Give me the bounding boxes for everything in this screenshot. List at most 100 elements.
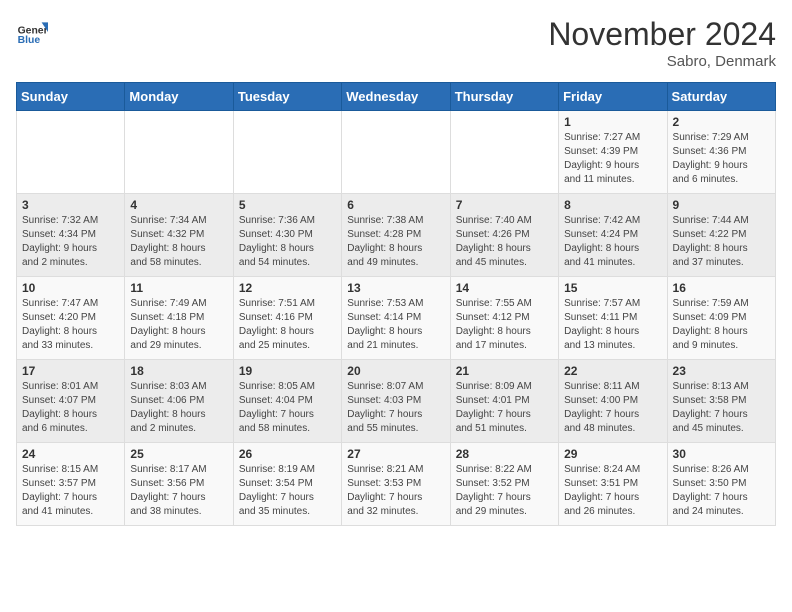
day-number: 5 xyxy=(239,198,336,212)
calendar-cell: 1 Sunrise: 7:27 AM Sunset: 4:39 PM Daylig… xyxy=(559,111,667,194)
day-info: Sunrise: 7:32 AM Sunset: 4:34 PM Dayligh… xyxy=(22,214,119,270)
day-number: 23 xyxy=(673,364,770,378)
day-number: 20 xyxy=(347,364,444,378)
day-info: Sunrise: 7:36 AM Sunset: 4:30 PM Dayligh… xyxy=(239,214,336,270)
calendar-cell: 21 Sunrise: 8:09 AM Sunset: 4:01 PM Dayli… xyxy=(450,360,558,443)
weekday-header-thursday: Thursday xyxy=(450,83,558,111)
calendar-cell: 25Sunrise: 8:17 AM Sunset: 3:56 PM Dayli… xyxy=(125,443,233,526)
day-info: Sunrise: 8:05 AM Sunset: 4:04 PM Dayligh… xyxy=(239,380,336,436)
day-number: 17 xyxy=(22,364,119,378)
calendar-cell: 27Sunrise: 8:21 AM Sunset: 3:53 PM Dayli… xyxy=(342,443,450,526)
day-info: Sunrise: 7:49 AM Sunset: 4:18 PM Dayligh… xyxy=(130,297,227,353)
day-number: 1 xyxy=(564,115,661,129)
calendar-cell: 28 Sunrise: 8:22 AM Sunset: 3:52 PM Dayli… xyxy=(450,443,558,526)
day-number: 6 xyxy=(347,198,444,212)
day-info: Sunrise: 8:26 AM Sunset: 3:50 PM Dayligh… xyxy=(673,463,770,519)
day-number: 24 xyxy=(22,447,119,461)
title-block: November 2024 Sabro, Denmark xyxy=(548,16,776,70)
calendar-cell xyxy=(450,111,558,194)
day-number: 3 xyxy=(22,198,119,212)
calendar-cell: 29 Sunrise: 8:24 AM Sunset: 3:51 PM Dayli… xyxy=(559,443,667,526)
location: Sabro, Denmark xyxy=(548,53,776,70)
calendar-cell: 26 Sunrise: 8:19 AM Sunset: 3:54 PM Dayli… xyxy=(233,443,341,526)
day-number: 18 xyxy=(130,364,227,378)
day-info: Sunrise: 7:27 AM Sunset: 4:39 PM Dayligh… xyxy=(564,131,661,187)
day-info: Sunrise: 7:40 AM Sunset: 4:26 PM Dayligh… xyxy=(456,214,553,270)
calendar-cell xyxy=(17,111,125,194)
calendar-cell xyxy=(233,111,341,194)
svg-text:Blue: Blue xyxy=(18,35,41,46)
weekday-header-sunday: Sunday xyxy=(17,83,125,111)
day-number: 25 xyxy=(130,447,227,461)
day-info: Sunrise: 8:24 AM Sunset: 3:51 PM Dayligh… xyxy=(564,463,661,519)
calendar-cell: 2Sunrise: 7:29 AM Sunset: 4:36 PM Daylig… xyxy=(667,111,775,194)
day-info: Sunrise: 7:57 AM Sunset: 4:11 PM Dayligh… xyxy=(564,297,661,353)
day-info: Sunrise: 7:59 AM Sunset: 4:09 PM Dayligh… xyxy=(673,297,770,353)
day-number: 11 xyxy=(130,281,227,295)
day-number: 29 xyxy=(564,447,661,461)
calendar-cell: 13Sunrise: 7:53 AM Sunset: 4:14 PM Dayli… xyxy=(342,277,450,360)
calendar-cell: 23 Sunrise: 8:13 AM Sunset: 3:58 PM Dayli… xyxy=(667,360,775,443)
calendar-cell: 18 Sunrise: 8:03 AM Sunset: 4:06 PM Dayli… xyxy=(125,360,233,443)
calendar-cell: 8Sunrise: 7:42 AM Sunset: 4:24 PM Daylig… xyxy=(559,194,667,277)
day-number: 7 xyxy=(456,198,553,212)
day-info: Sunrise: 7:51 AM Sunset: 4:16 PM Dayligh… xyxy=(239,297,336,353)
day-number: 15 xyxy=(564,281,661,295)
calendar-cell: 14Sunrise: 7:55 AM Sunset: 4:12 PM Dayli… xyxy=(450,277,558,360)
calendar-cell: 19 Sunrise: 8:05 AM Sunset: 4:04 PM Dayli… xyxy=(233,360,341,443)
calendar-cell: 22 Sunrise: 8:11 AM Sunset: 4:00 PM Dayli… xyxy=(559,360,667,443)
calendar-cell: 17 Sunrise: 8:01 AM Sunset: 4:07 PM Dayli… xyxy=(17,360,125,443)
weekday-header-saturday: Saturday xyxy=(667,83,775,111)
calendar-cell: 20 Sunrise: 8:07 AM Sunset: 4:03 PM Dayli… xyxy=(342,360,450,443)
day-number: 28 xyxy=(456,447,553,461)
day-number: 19 xyxy=(239,364,336,378)
day-number: 4 xyxy=(130,198,227,212)
day-number: 12 xyxy=(239,281,336,295)
day-number: 9 xyxy=(673,198,770,212)
day-number: 8 xyxy=(564,198,661,212)
weekday-header-friday: Friday xyxy=(559,83,667,111)
logo-icon: General Blue xyxy=(16,16,48,48)
day-info: Sunrise: 8:09 AM Sunset: 4:01 PM Dayligh… xyxy=(456,380,553,436)
day-number: 10 xyxy=(22,281,119,295)
day-info: Sunrise: 8:19 AM Sunset: 3:54 PM Dayligh… xyxy=(239,463,336,519)
day-info: Sunrise: 7:47 AM Sunset: 4:20 PM Dayligh… xyxy=(22,297,119,353)
day-info: Sunrise: 8:03 AM Sunset: 4:06 PM Dayligh… xyxy=(130,380,227,436)
day-info: Sunrise: 7:38 AM Sunset: 4:28 PM Dayligh… xyxy=(347,214,444,270)
calendar-cell: 15 Sunrise: 7:57 AM Sunset: 4:11 PM Dayli… xyxy=(559,277,667,360)
calendar-week-3: 10 Sunrise: 7:47 AM Sunset: 4:20 PM Dayli… xyxy=(17,277,776,360)
calendar-cell: 16Sunrise: 7:59 AM Sunset: 4:09 PM Dayli… xyxy=(667,277,775,360)
calendar-cell xyxy=(342,111,450,194)
day-info: Sunrise: 8:01 AM Sunset: 4:07 PM Dayligh… xyxy=(22,380,119,436)
day-number: 22 xyxy=(564,364,661,378)
calendar-body: 1 Sunrise: 7:27 AM Sunset: 4:39 PM Daylig… xyxy=(17,111,776,526)
calendar-cell: 5 Sunrise: 7:36 AM Sunset: 4:30 PM Daylig… xyxy=(233,194,341,277)
day-number: 30 xyxy=(673,447,770,461)
day-info: Sunrise: 8:11 AM Sunset: 4:00 PM Dayligh… xyxy=(564,380,661,436)
calendar-cell: 6 Sunrise: 7:38 AM Sunset: 4:28 PM Daylig… xyxy=(342,194,450,277)
calendar-header: SundayMondayTuesdayWednesdayThursdayFrid… xyxy=(17,83,776,111)
weekday-header-monday: Monday xyxy=(125,83,233,111)
day-info: Sunrise: 7:55 AM Sunset: 4:12 PM Dayligh… xyxy=(456,297,553,353)
calendar-week-2: 3 Sunrise: 7:32 AM Sunset: 4:34 PM Daylig… xyxy=(17,194,776,277)
day-number: 26 xyxy=(239,447,336,461)
month-title: November 2024 xyxy=(548,16,776,53)
day-number: 21 xyxy=(456,364,553,378)
day-info: Sunrise: 8:22 AM Sunset: 3:52 PM Dayligh… xyxy=(456,463,553,519)
calendar-cell xyxy=(125,111,233,194)
day-info: Sunrise: 8:07 AM Sunset: 4:03 PM Dayligh… xyxy=(347,380,444,436)
calendar-table: SundayMondayTuesdayWednesdayThursdayFrid… xyxy=(16,82,776,526)
calendar-week-1: 1 Sunrise: 7:27 AM Sunset: 4:39 PM Daylig… xyxy=(17,111,776,194)
day-info: Sunrise: 7:44 AM Sunset: 4:22 PM Dayligh… xyxy=(673,214,770,270)
calendar-cell: 7 Sunrise: 7:40 AM Sunset: 4:26 PM Daylig… xyxy=(450,194,558,277)
calendar-cell: 30 Sunrise: 8:26 AM Sunset: 3:50 PM Dayli… xyxy=(667,443,775,526)
calendar-cell: 4Sunrise: 7:34 AM Sunset: 4:32 PM Daylig… xyxy=(125,194,233,277)
page-header: General Blue November 2024 Sabro, Denmar… xyxy=(16,16,776,70)
calendar-cell: 10 Sunrise: 7:47 AM Sunset: 4:20 PM Dayli… xyxy=(17,277,125,360)
day-number: 27 xyxy=(347,447,444,461)
day-info: Sunrise: 8:13 AM Sunset: 3:58 PM Dayligh… xyxy=(673,380,770,436)
calendar-cell: 3 Sunrise: 7:32 AM Sunset: 4:34 PM Daylig… xyxy=(17,194,125,277)
day-info: Sunrise: 7:53 AM Sunset: 4:14 PM Dayligh… xyxy=(347,297,444,353)
weekday-header-row: SundayMondayTuesdayWednesdayThursdayFrid… xyxy=(17,83,776,111)
calendar-week-4: 17 Sunrise: 8:01 AM Sunset: 4:07 PM Dayli… xyxy=(17,360,776,443)
